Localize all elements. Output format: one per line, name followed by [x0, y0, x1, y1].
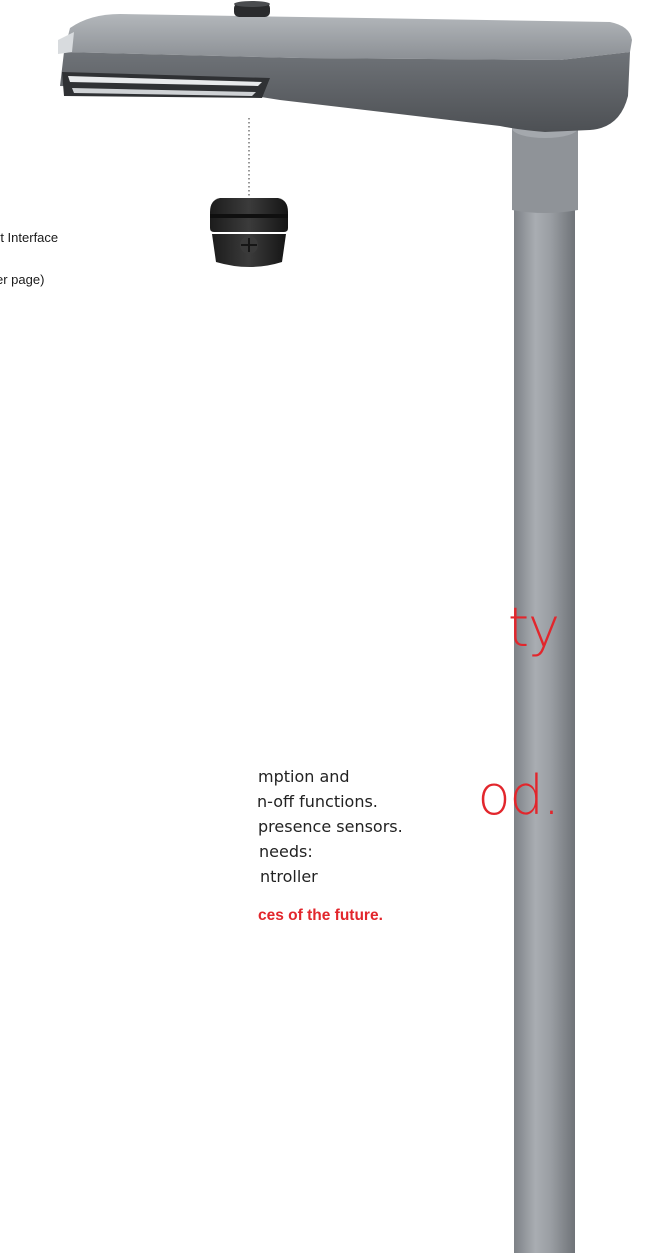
body-line-1: mption and [258, 767, 350, 786]
brochure-page: rt Interface er page) ty od. mption and … [0, 0, 655, 1253]
body-line-5: ntroller [260, 867, 318, 886]
headline-line-1: ty [507, 596, 560, 659]
headline: ty od. [477, 488, 560, 936]
body-line-4: needs: [259, 842, 313, 861]
body-line-2: n-off functions. [257, 792, 378, 811]
smart-interface-callout: rt Interface er page) [0, 203, 196, 315]
headline-line-2: od. [477, 764, 560, 827]
body-line-3: presence sensors. [258, 817, 403, 836]
body-paragraph: mption and n-off functions. presence sen… [0, 764, 420, 889]
tagline: ces of the future. [258, 907, 383, 924]
smart-interface-node-icon [210, 198, 288, 267]
callout-line-1: rt Interface [0, 230, 59, 245]
luminaire-head-top [64, 14, 632, 60]
callout-line-2: er page) [0, 272, 45, 287]
